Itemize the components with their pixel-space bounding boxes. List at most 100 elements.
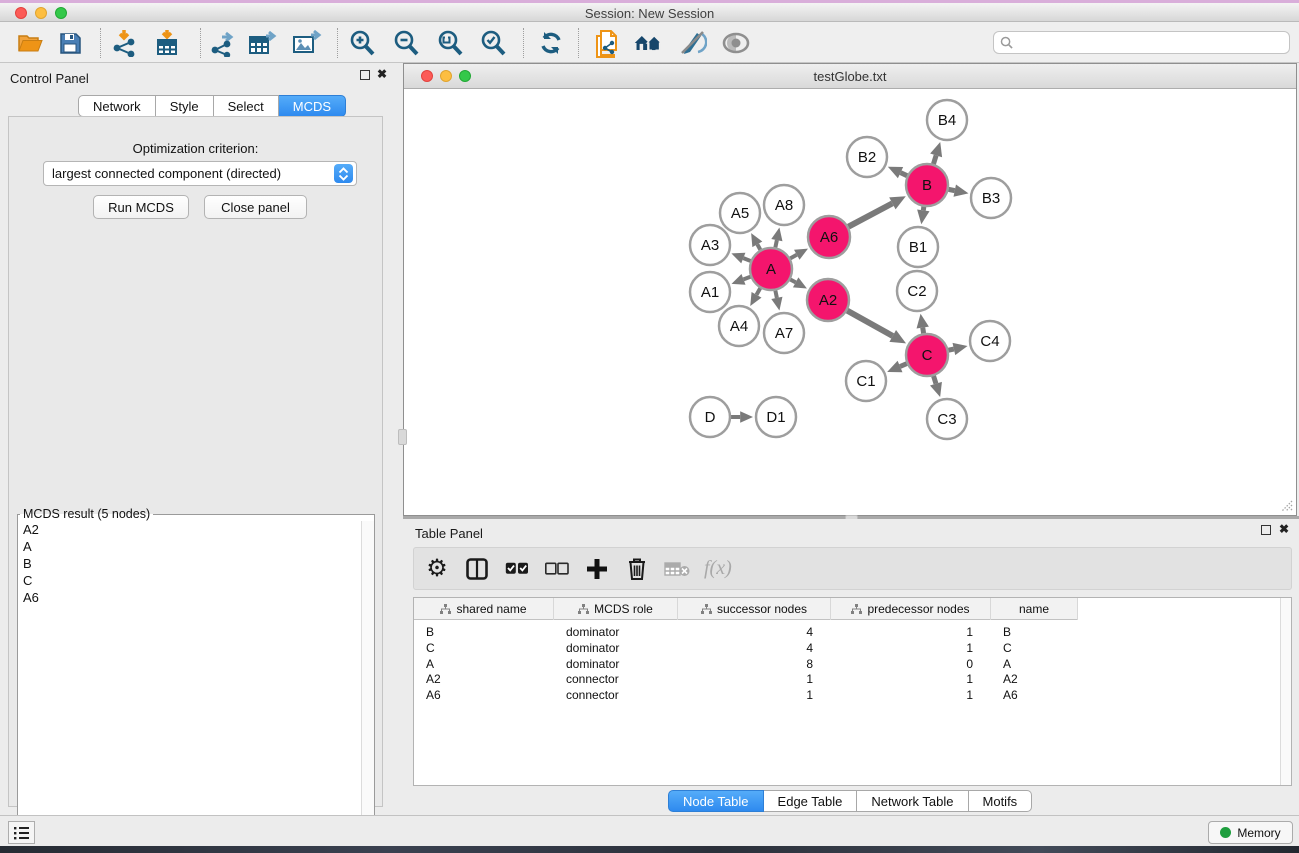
edge-A-A3[interactable] [743, 258, 750, 261]
mcds-result-item[interactable]: A [18, 538, 354, 555]
deselect-all-rows-icon[interactable] [540, 552, 574, 586]
task-history-list-icon[interactable] [8, 821, 35, 844]
toolbar-separator [578, 28, 579, 58]
vertical-split-handle[interactable] [398, 429, 407, 445]
home-icon[interactable] [633, 29, 663, 57]
edge-A-A1[interactable] [743, 277, 750, 280]
network-graph[interactable]: AA1A2A3A4A5A6A7A8BB1B2B3B4CC1C2C3C4DD1 [404, 89, 1296, 515]
eye-icon[interactable] [721, 29, 751, 57]
mcds-result-item[interactable]: B [18, 555, 354, 572]
column-header-name[interactable]: name [991, 598, 1078, 620]
window-resize-grip[interactable] [1279, 498, 1293, 512]
network-canvas[interactable]: AA1A2A3A4A5A6A7A8BB1B2B3B4CC1C2C3C4DD1 [404, 89, 1296, 515]
table-scrollbar[interactable] [1280, 598, 1291, 785]
table-cell: C [414, 640, 554, 656]
column-header-label: MCDS role [594, 602, 653, 616]
table-cell: 1 [678, 687, 831, 703]
run-mcds-button[interactable]: Run MCDS [93, 195, 189, 219]
edge-B-B1[interactable] [923, 207, 924, 211]
mcds-result-item[interactable]: A2 [18, 521, 354, 538]
column-header-successor-nodes[interactable]: successor nodes [678, 598, 831, 620]
save-icon[interactable] [55, 29, 85, 57]
optimization-criterion-select[interactable]: largest connected component (directed) [43, 161, 357, 186]
float-table-panel-icon[interactable] [1261, 524, 1271, 538]
tab-select[interactable]: Select [214, 95, 279, 117]
memory-label: Memory [1237, 826, 1280, 840]
edge-A-A7[interactable] [775, 291, 776, 298]
zoom-in-icon[interactable] [347, 29, 377, 57]
table-row[interactable]: Cdominator41C [414, 640, 1078, 656]
delete-table-icon[interactable] [660, 552, 694, 586]
table-row[interactable]: Adominator80A [414, 656, 1078, 672]
table-row[interactable]: A2connector11A2 [414, 671, 1078, 687]
edge-B-B2[interactable] [901, 173, 908, 176]
graph-node-label-A6: A6 [820, 229, 838, 246]
column-header-MCDS-role[interactable]: MCDS role [554, 598, 678, 620]
tab-style[interactable]: Style [156, 95, 214, 117]
tab-edge-table[interactable]: Edge Table [764, 790, 858, 812]
tab-node-table[interactable]: Node Table [668, 790, 764, 812]
column-header-predecessor-nodes[interactable]: predecessor nodes [831, 598, 991, 620]
memory-status-icon [1220, 827, 1231, 838]
search-input[interactable] [993, 31, 1290, 54]
column-header-shared-name[interactable]: shared name [414, 598, 554, 620]
edge-A6-B[interactable] [848, 203, 892, 226]
edge-C-C3[interactable] [934, 376, 936, 384]
edge-A-A6[interactable] [790, 255, 797, 259]
add-column-plus-icon[interactable] [580, 552, 614, 586]
network-file-icon[interactable] [592, 29, 622, 57]
tab-network-table[interactable]: Network Table [857, 790, 968, 812]
tab-network[interactable]: Network [78, 95, 156, 117]
graph-node-label-A7: A7 [775, 325, 793, 342]
tab-motifs[interactable]: Motifs [969, 790, 1033, 812]
table-row[interactable]: Bdominator41B [414, 624, 1078, 640]
network-window-titlebar[interactable]: testGlobe.txt [404, 64, 1296, 89]
mcds-list-scrollbar[interactable] [361, 521, 374, 838]
close-table-panel-icon[interactable]: ✖ [1279, 522, 1289, 536]
table-cell: 1 [831, 687, 991, 703]
graph-node-label-D: D [705, 409, 716, 426]
control-panel-title: Control Panel [10, 71, 89, 86]
mcds-result-item[interactable]: C [18, 572, 354, 589]
edge-B-B4[interactable] [933, 155, 936, 164]
import-table-icon[interactable] [152, 29, 182, 57]
edge-A-A5[interactable] [757, 244, 760, 249]
memory-button[interactable]: Memory [1208, 821, 1293, 844]
export-network-icon[interactable] [208, 29, 238, 57]
table-panel-title: Table Panel [415, 526, 483, 541]
edge-B-B3[interactable] [949, 189, 955, 190]
refresh-icon[interactable] [536, 29, 566, 57]
edge-A-A8[interactable] [775, 240, 776, 247]
function-builder-icon[interactable]: f(x) [704, 557, 732, 580]
mcds-result-item[interactable]: A6 [18, 589, 354, 606]
table-cell: 8 [678, 656, 831, 672]
hide-annotations-icon[interactable] [678, 29, 708, 57]
table-columns-icon[interactable] [460, 552, 494, 586]
edge-C-C1[interactable] [900, 364, 907, 367]
table-cell: 4 [678, 640, 831, 656]
zoom-out-icon[interactable] [391, 29, 421, 57]
export-table-icon[interactable] [248, 29, 278, 57]
zoom-fit-icon[interactable] [435, 29, 465, 57]
close-panel-button[interactable]: Close panel [204, 195, 307, 219]
edge-A2-C[interactable] [847, 311, 893, 336]
mcds-result-list[interactable]: A2ABCA6 [18, 521, 354, 838]
delete-column-trash-icon[interactable] [620, 552, 654, 586]
table-settings-gear-icon[interactable]: ⚙ [420, 552, 454, 586]
close-panel-icon[interactable]: ✖ [377, 67, 387, 81]
graph-node-label-C2: C2 [907, 283, 926, 300]
open-folder-icon[interactable] [15, 29, 45, 57]
export-image-icon[interactable] [292, 29, 322, 57]
edge-arrowhead [732, 274, 746, 285]
edge-C-C4[interactable] [948, 349, 953, 350]
edge-A-A4[interactable] [757, 288, 761, 295]
edge-A-A2[interactable] [790, 280, 795, 283]
select-all-rows-icon[interactable] [500, 552, 534, 586]
table-row[interactable]: A6connector11A6 [414, 687, 1078, 703]
table-panel-tabs: Node TableEdge TableNetwork TableMotifs [668, 790, 1032, 812]
tab-mcds[interactable]: MCDS [279, 95, 346, 117]
edge-C-C2[interactable] [923, 328, 924, 334]
zoom-selected-icon[interactable] [478, 29, 508, 57]
float-panel-icon[interactable] [360, 69, 370, 83]
import-network-icon[interactable] [110, 29, 140, 57]
